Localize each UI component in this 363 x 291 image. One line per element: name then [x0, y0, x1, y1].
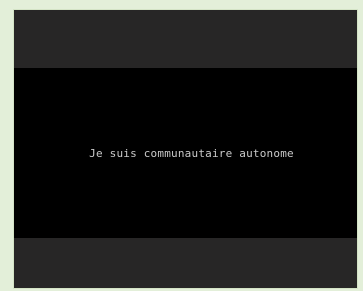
video-bottom-letterbox: [14, 238, 357, 288]
video-caption: Je suis communautaire autonome: [89, 146, 294, 160]
video-player[interactable]: Je suis communautaire autonome: [14, 10, 357, 288]
video-frame[interactable]: Je suis communautaire autonome: [14, 68, 357, 238]
video-top-letterbox: [14, 10, 357, 68]
